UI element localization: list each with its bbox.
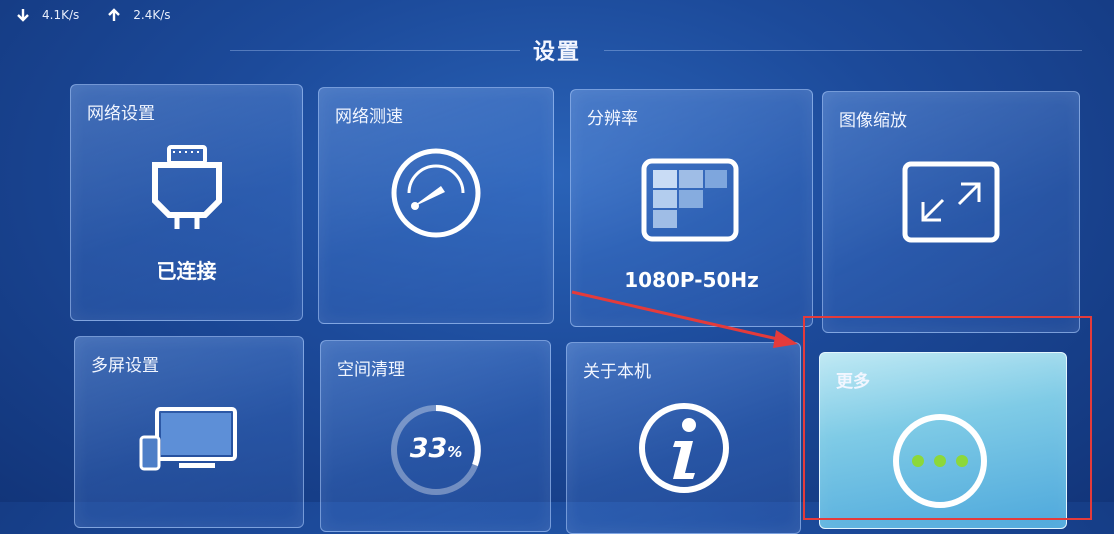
pointer-arrow-icon xyxy=(571,290,798,348)
